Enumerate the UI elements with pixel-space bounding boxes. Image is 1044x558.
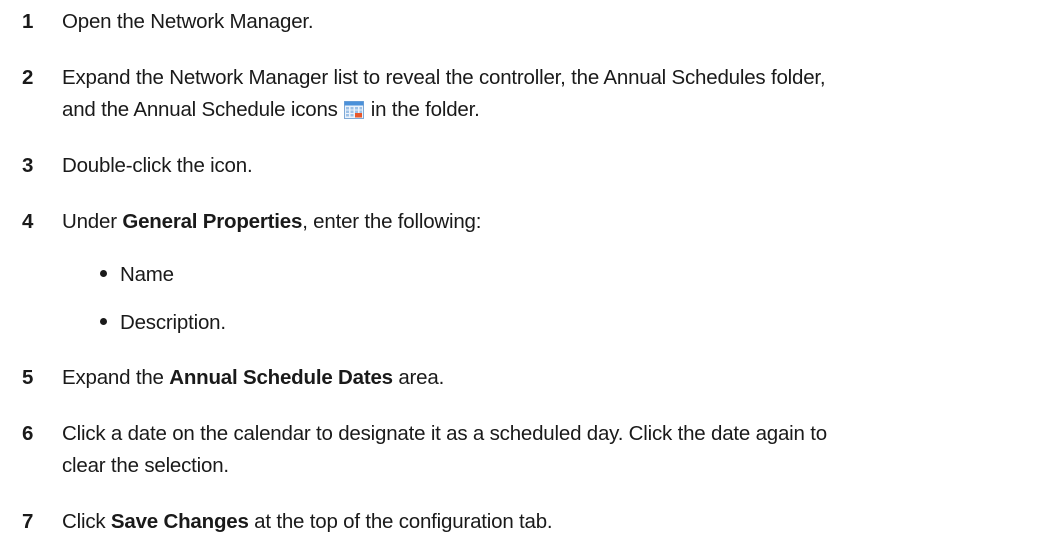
step-text-part: Click: [62, 510, 111, 533]
step-text: Click a date on the calendar to designat…: [62, 418, 1032, 482]
bullet-text: Name: [120, 263, 174, 286]
bullet-item: Name: [100, 259, 174, 291]
step-text: Double-click the icon.: [62, 154, 253, 177]
step-number: 1: [22, 10, 34, 33]
step-text-line-2: clear the selection.: [62, 454, 229, 477]
step-text-line-2b: in the folder.: [370, 98, 480, 121]
step-text-part: , enter the following:: [302, 210, 482, 233]
step-text-line-1: Expand the Network Manager list to revea…: [62, 66, 826, 89]
ui-term-annual-schedule-dates: Annual Schedule Dates: [169, 366, 393, 389]
step-text: Click Save Changes at the top of the con…: [62, 506, 1032, 538]
bullet-dot-icon: [100, 318, 107, 326]
step-text-part: at the top of the configuration tab.: [248, 510, 553, 533]
step-number: 7: [22, 510, 34, 533]
annual-schedule-icon: [344, 97, 365, 119]
bullet-text: Description.: [120, 311, 226, 334]
step-number: 2: [22, 66, 34, 89]
step-text: Under General Properties, enter the foll…: [62, 206, 1032, 238]
bullet-dot-icon: [100, 270, 107, 278]
step-number: 5: [22, 366, 34, 389]
step-number: 4: [22, 210, 34, 233]
step-number: 3: [22, 154, 34, 177]
ui-term-general-properties: General Properties: [122, 210, 303, 233]
step-text-line-2a: and the Annual Schedule icons: [62, 98, 338, 121]
step-text: Expand the Network Manager list to revea…: [62, 62, 1032, 126]
step-number: 6: [22, 422, 34, 445]
step-text: Expand the Annual Schedule Dates area.: [62, 362, 1032, 394]
step-text-line-1: Click a date on the calendar to designat…: [62, 422, 827, 445]
ui-term-save-changes: Save Changes: [110, 510, 249, 533]
step-text-part: Expand the: [62, 366, 170, 389]
step-text: Open the Network Manager.: [62, 10, 314, 33]
step-text-part: Under: [62, 210, 123, 233]
step-text-part: area.: [392, 366, 445, 389]
bullet-item: Description.: [100, 307, 226, 339]
